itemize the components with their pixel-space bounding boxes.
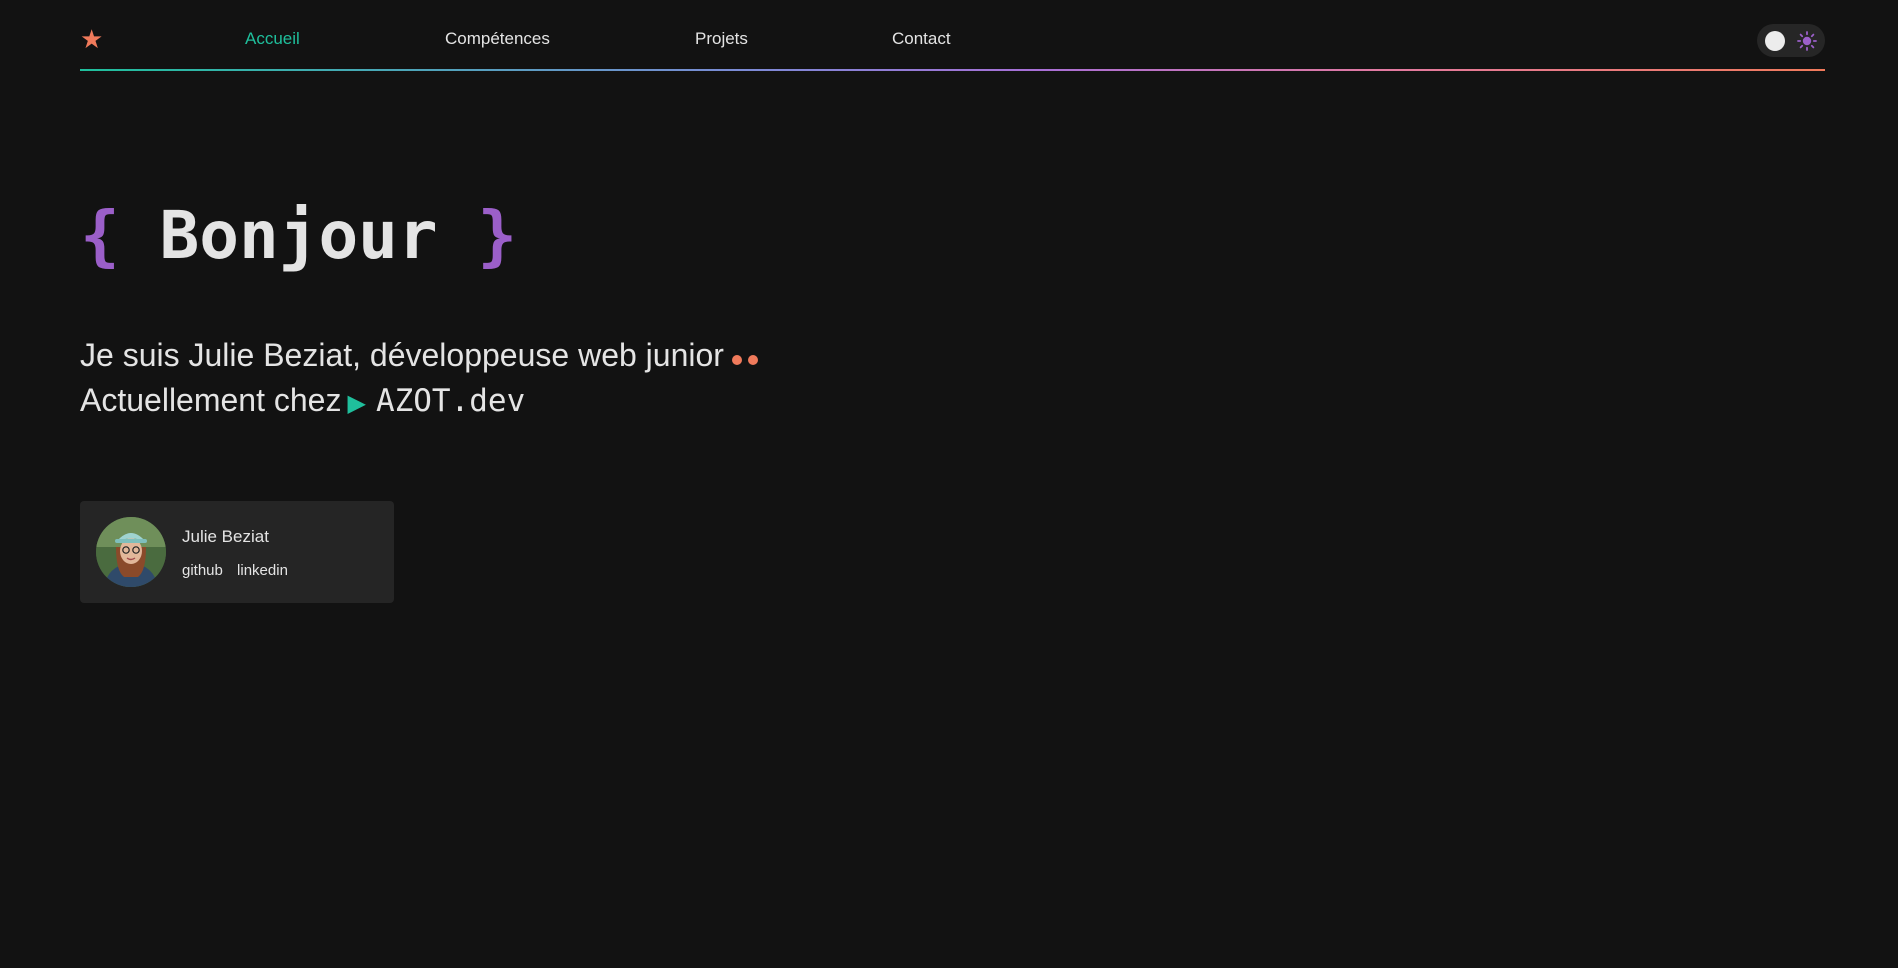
linkedin-link[interactable]: linkedin bbox=[237, 562, 288, 579]
brace-open: { bbox=[80, 197, 120, 274]
nav-item-projets[interactable]: Projets bbox=[695, 28, 748, 50]
brace-close: } bbox=[477, 197, 518, 274]
main-nav: Accueil Compétences Projets Contact bbox=[80, 0, 1080, 71]
hero-title-text: Bonjour bbox=[159, 197, 438, 274]
theme-toggle[interactable] bbox=[1757, 24, 1825, 57]
avatar-illustration bbox=[96, 517, 166, 587]
nav-item-contact[interactable]: Contact bbox=[892, 28, 951, 50]
page: ★ Accueil Compétences Projets Contact {… bbox=[0, 0, 1898, 968]
intro-line-1: Je suis Julie Beziat, développeuse web j… bbox=[80, 334, 764, 379]
github-link[interactable]: github bbox=[182, 562, 223, 579]
profile-links: github linkedin bbox=[182, 562, 298, 580]
header-gradient-divider bbox=[80, 69, 1825, 71]
intro-text: Je suis Julie Beziat, développeuse web j… bbox=[80, 334, 764, 425]
profile-name: Julie Beziat bbox=[182, 527, 269, 546]
intro-line-2: Actuellement chez ▶ AZOT.dev bbox=[80, 379, 764, 425]
sun-icon bbox=[1797, 31, 1817, 51]
hero-title: { Bonjour } bbox=[80, 198, 517, 274]
intro-line-1-text: Je suis Julie Beziat, développeuse web j… bbox=[80, 337, 724, 373]
nav-item-competences[interactable]: Compétences bbox=[445, 28, 550, 50]
avatar bbox=[96, 517, 166, 587]
intro-line-2-text: Actuellement chez bbox=[80, 381, 342, 418]
play-arrow-icon: ▶ bbox=[347, 389, 366, 417]
nav-item-accueil[interactable]: Accueil bbox=[245, 28, 300, 50]
profile-card: Julie Beziat github linkedin bbox=[80, 501, 394, 603]
company-name: AZOT.dev bbox=[375, 382, 526, 419]
toggle-knob bbox=[1765, 31, 1785, 51]
header: ★ Accueil Compétences Projets Contact bbox=[80, 0, 1825, 71]
typing-dots-icon bbox=[731, 337, 764, 379]
